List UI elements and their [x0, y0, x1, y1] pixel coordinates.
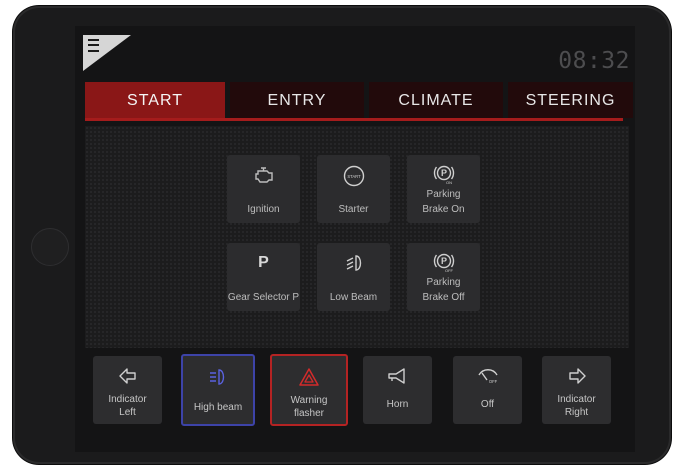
indicator-right-button[interactable]: Indicator Right	[542, 356, 611, 424]
clock: 08:32	[558, 48, 630, 74]
tab-bar: START ENTRY CLIMATE STEERING	[85, 82, 633, 118]
starter-label: Starter	[338, 204, 369, 215]
indicator-left-label: Indicator Left	[93, 393, 162, 419]
high-beam-icon	[183, 367, 253, 389]
warning-flasher-button[interactable]: Warning flasher	[270, 354, 348, 426]
wiper-icon: OFF	[453, 366, 522, 388]
tablet-frame: 08:32 START ENTRY CLIMATE STEERING Ignit…	[13, 6, 671, 464]
hazard-icon	[272, 367, 346, 389]
warning-flasher-label-line2: flasher	[293, 408, 324, 419]
svg-text:START: START	[347, 174, 361, 179]
svg-text:P: P	[440, 168, 446, 178]
arrow-left-icon	[93, 366, 162, 388]
parking-brake-off-label-line1: Parking	[426, 277, 461, 288]
tab-entry[interactable]: ENTRY	[230, 82, 364, 118]
horn-icon	[363, 366, 432, 388]
parking-brake-on-tile[interactable]: P ON Parking Brake On	[407, 155, 480, 223]
low-beam-icon	[317, 253, 390, 275]
parking-brake-on-label-line2: Brake On	[422, 204, 465, 215]
horn-button[interactable]: Horn	[363, 356, 432, 424]
start-button-icon: START	[317, 165, 390, 187]
high-beam-button[interactable]: High beam	[181, 354, 255, 426]
svg-text:OFF: OFF	[445, 268, 454, 273]
gear-selector-tile[interactable]: P Gear Selector P	[227, 243, 300, 311]
warning-flasher-label-line1: Warning	[290, 395, 328, 406]
bottom-control-bar: Indicator Left High beam Warning flasher…	[85, 354, 633, 434]
indicator-right-label-line2: Right	[564, 407, 589, 418]
high-beam-label: High beam	[193, 402, 243, 413]
starter-tile[interactable]: START Starter	[317, 155, 390, 223]
parking-brake-on-icon: P ON	[407, 163, 480, 185]
svg-text:ON: ON	[446, 180, 452, 185]
horn-label: Horn	[386, 399, 409, 410]
low-beam-label: Low Beam	[329, 292, 378, 303]
parking-brake-off-label: Parking Brake Off	[407, 275, 480, 305]
warning-flasher-label: Warning flasher	[272, 394, 346, 420]
tab-underline	[85, 118, 623, 121]
ignition-label: Ignition	[247, 204, 280, 215]
svg-text:P: P	[440, 256, 446, 266]
parking-brake-off-label-line2: Brake Off	[422, 292, 465, 303]
tab-start[interactable]: START	[85, 82, 225, 118]
indicator-left-button[interactable]: Indicator Left	[93, 356, 162, 424]
arrow-right-icon	[542, 366, 611, 388]
parking-brake-on-label: Parking Brake On	[407, 187, 480, 217]
tab-steering[interactable]: STEERING	[508, 82, 633, 118]
ignition-tile[interactable]: Ignition	[227, 155, 300, 223]
parking-brake-off-icon: P OFF	[407, 251, 480, 273]
home-button[interactable]	[31, 228, 69, 266]
wiper-button[interactable]: OFF Off	[453, 356, 522, 424]
gear-selector-label: Gear Selector P	[227, 292, 300, 303]
svg-text:OFF: OFF	[488, 379, 497, 384]
gear-p-icon: P	[258, 254, 269, 271]
screen: 08:32 START ENTRY CLIMATE STEERING Ignit…	[75, 26, 635, 452]
parking-brake-on-label-line1: Parking	[426, 189, 461, 200]
indicator-right-label-line1: Indicator	[557, 394, 596, 405]
indicator-right-label: Indicator Right	[542, 393, 611, 419]
parking-brake-off-tile[interactable]: P OFF Parking Brake Off	[407, 243, 480, 311]
indicator-left-label-line1: Indicator	[108, 394, 147, 405]
engine-icon	[227, 165, 300, 187]
tab-climate[interactable]: CLIMATE	[369, 82, 503, 118]
control-panel: Ignition START Starter P ON Parking Brak…	[85, 126, 629, 348]
indicator-left-label-line2: Left	[119, 407, 136, 418]
hamburger-menu-icon[interactable]	[88, 39, 99, 52]
low-beam-tile[interactable]: Low Beam	[317, 243, 390, 311]
wiper-label: Off	[480, 399, 495, 410]
